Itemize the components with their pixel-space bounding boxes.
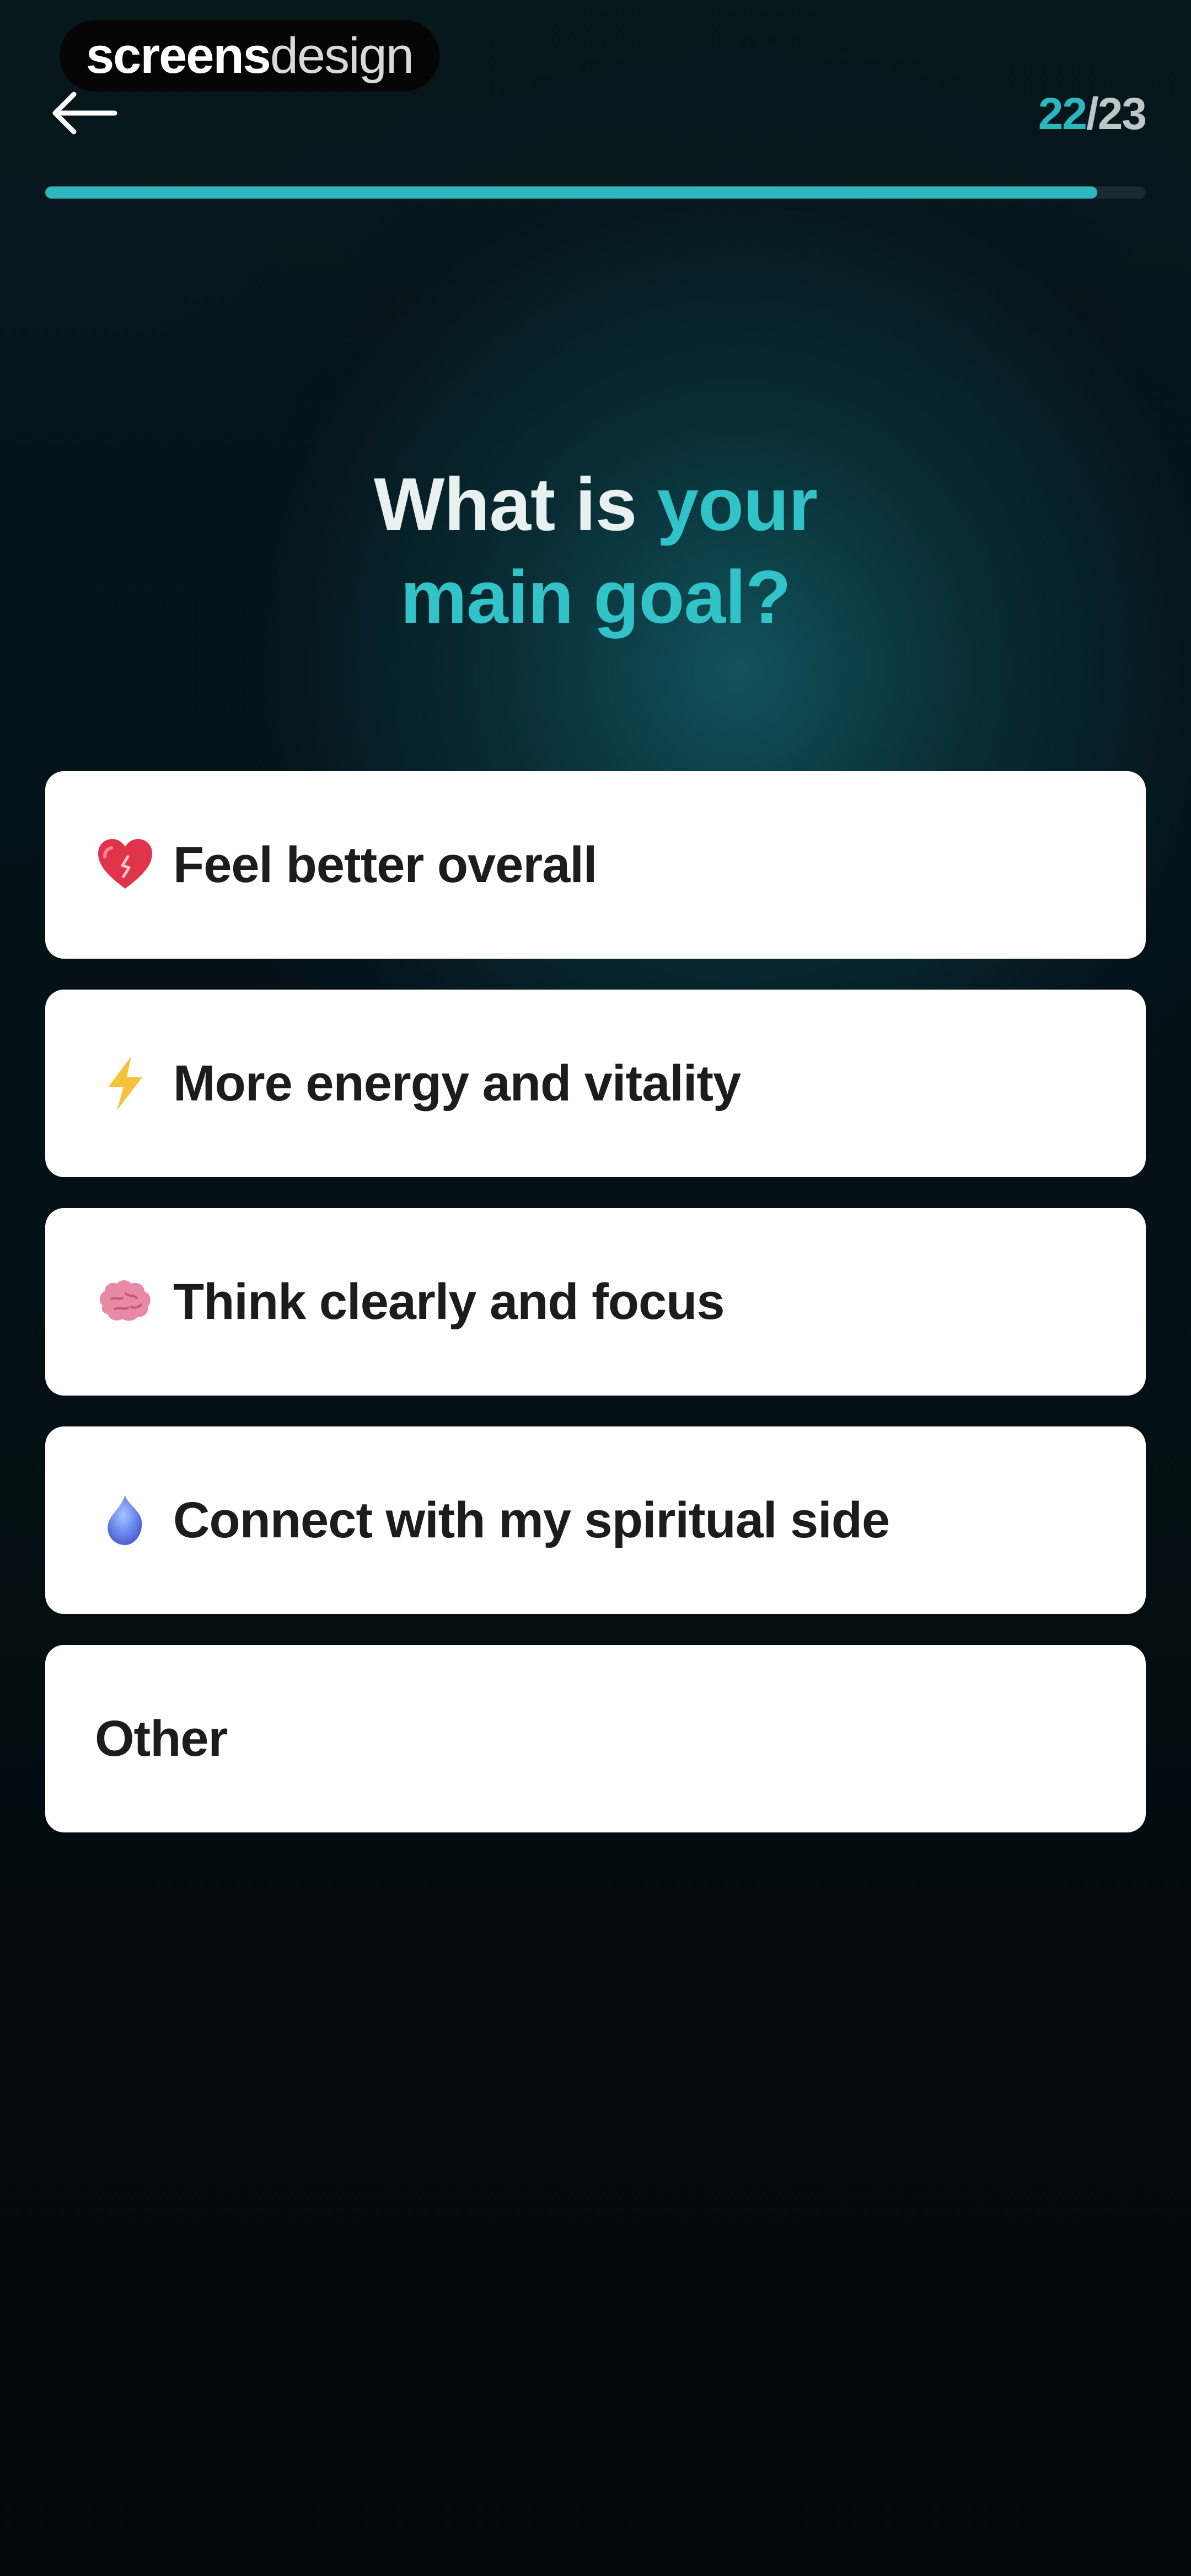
arrow-left-icon bbox=[52, 92, 117, 135]
onboarding-screen: screens design 22/23 What is your main go… bbox=[0, 0, 1191, 2576]
question-title: What is your main goal? bbox=[0, 458, 1191, 643]
option-label: More energy and vitality bbox=[173, 1055, 741, 1111]
step-separator: / bbox=[1086, 89, 1099, 139]
watermark-bold: screens bbox=[86, 27, 271, 84]
brain-icon bbox=[95, 1271, 155, 1332]
heart-icon bbox=[95, 835, 155, 895]
option-label: Feel better overall bbox=[173, 836, 597, 893]
option-other[interactable]: Other bbox=[45, 1645, 1146, 1832]
title-line-2: main goal? bbox=[400, 555, 791, 639]
options-list: Feel better overall More energy and vita… bbox=[45, 771, 1146, 1863]
progress-bar bbox=[45, 186, 1146, 199]
step-counter: 22/23 bbox=[1038, 88, 1147, 140]
step-total: 23 bbox=[1097, 89, 1147, 139]
lightning-icon bbox=[95, 1053, 155, 1114]
back-button[interactable] bbox=[45, 77, 122, 149]
option-label: Think clearly and focus bbox=[173, 1273, 725, 1330]
title-accent-part: your bbox=[657, 462, 818, 546]
title-line-1: What is your bbox=[0, 458, 1191, 551]
option-spiritual[interactable]: Connect with my spiritual side bbox=[45, 1426, 1146, 1614]
title-white-part: What is bbox=[373, 462, 657, 546]
step-current: 22 bbox=[1038, 89, 1087, 139]
watermark-light: design bbox=[270, 27, 414, 84]
option-label: Connect with my spiritual side bbox=[173, 1492, 890, 1548]
spirit-orb-icon bbox=[95, 1490, 155, 1551]
option-label: Other bbox=[95, 1710, 228, 1767]
progress-fill bbox=[45, 186, 1098, 199]
option-feel-better[interactable]: Feel better overall bbox=[45, 771, 1146, 959]
option-more-energy[interactable]: More energy and vitality bbox=[45, 990, 1146, 1177]
option-think-clearly[interactable]: Think clearly and focus bbox=[45, 1208, 1146, 1396]
